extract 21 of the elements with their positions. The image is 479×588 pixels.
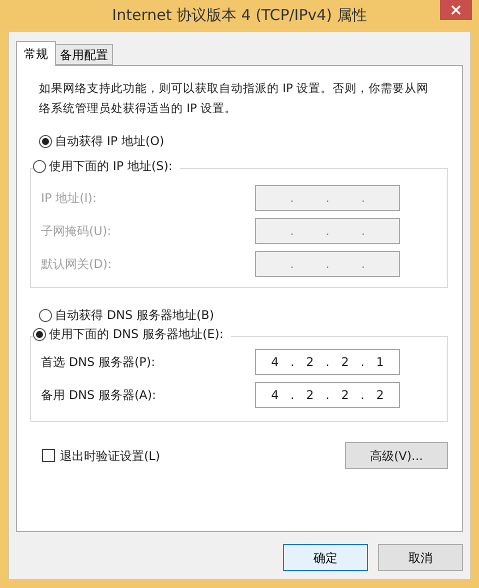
field-label: 子网掩码(U): (41, 223, 112, 240)
window-title: Internet 协议版本 4 (TCP/IPv4) 属性 (112, 5, 367, 26)
ok-button[interactable]: 确定 (283, 544, 368, 571)
field-label: 首选 DNS 服务器(P): (41, 354, 156, 371)
tab[interactable]: 备用配置 (56, 44, 113, 65)
tab[interactable]: 常规 (16, 41, 56, 66)
description-text: 如果网络支持此功能，则可以获取自动指派的 IP 设置。否则，你需要从网络系统管理员处获得适当的 IP 设置。 (39, 80, 429, 117)
radio-button[interactable]: 使用下面的 IP 地址(S): (33, 157, 172, 175)
radio-button[interactable]: 自动获得 DNS 服务器地址(B) (39, 306, 440, 324)
ip-address-field[interactable]: 4 . 2 . 2 . 2 (255, 382, 400, 408)
close-icon (451, 5, 461, 15)
advanced-button[interactable]: 高级(V)... (345, 442, 448, 469)
field-label: IP 地址(I): (41, 190, 98, 207)
ip-address-field[interactable]: 4 . 2 . 2 . 1 (255, 349, 400, 375)
cancel-button[interactable]: 取消 (378, 544, 463, 571)
field-label: 备用 DNS 服务器(A): (41, 387, 158, 404)
close-button[interactable] (440, 0, 472, 20)
radio-button[interactable]: 使用下面的 DNS 服务器地址(E): (33, 325, 224, 343)
validate-checkbox[interactable]: 退出时验证设置(L) (42, 446, 160, 464)
field-label: 默认网关(D): (41, 256, 113, 273)
radio-button[interactable]: 自动获得 IP 地址(O) (39, 132, 440, 150)
